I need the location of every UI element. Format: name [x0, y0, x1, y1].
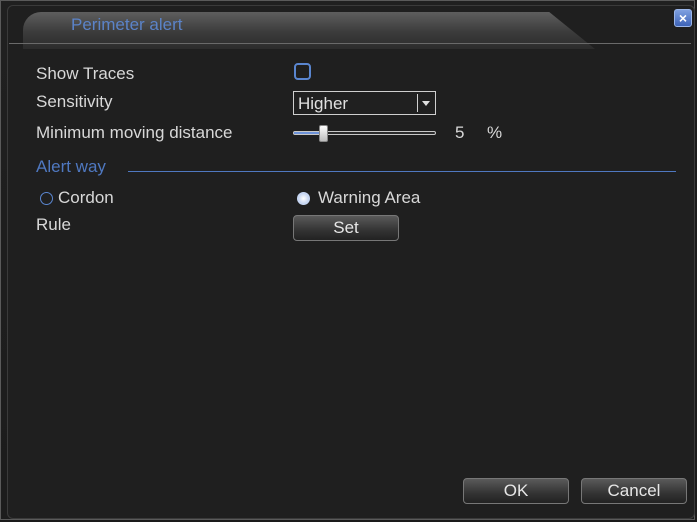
sensitivity-label: Sensitivity [36, 92, 113, 111]
show-traces-label: Show Traces [36, 64, 135, 83]
section-divider [128, 171, 676, 172]
perimeter-alert-window: Perimeter alert × Show Traces Sensitivit… [0, 0, 695, 520]
cancel-button[interactable]: Cancel [581, 478, 687, 504]
show-traces-checkbox[interactable] [294, 63, 311, 80]
cordon-radio[interactable] [40, 192, 53, 205]
ok-button-label: OK [503, 481, 529, 500]
cancel-button-label: Cancel [607, 481, 661, 500]
sensitivity-select[interactable]: Higher [293, 91, 436, 115]
sensitivity-value: Higher [298, 94, 349, 113]
min-distance-label: Minimum moving distance [36, 123, 233, 142]
set-button-label: Set [333, 218, 359, 237]
slider-thumb[interactable] [319, 125, 328, 142]
rule-label: Rule [36, 215, 71, 234]
close-button[interactable]: × [674, 9, 692, 27]
slider-fill [294, 132, 320, 134]
cordon-label[interactable]: Cordon [58, 188, 114, 208]
min-distance-unit: % [487, 123, 503, 142]
title-divider [9, 43, 691, 44]
alert-way-section-label: Alert way [36, 157, 106, 176]
ok-button[interactable]: OK [463, 478, 569, 504]
close-icon: × [678, 10, 688, 26]
min-distance-value: 5 [455, 123, 465, 142]
window-title: Perimeter alert [71, 15, 183, 34]
set-rule-button[interactable]: Set [293, 215, 399, 241]
min-distance-slider[interactable] [293, 131, 436, 135]
warning-area-label[interactable]: Warning Area [318, 188, 420, 208]
warning-area-radio[interactable] [297, 192, 310, 205]
chevron-down-icon[interactable] [417, 94, 433, 112]
